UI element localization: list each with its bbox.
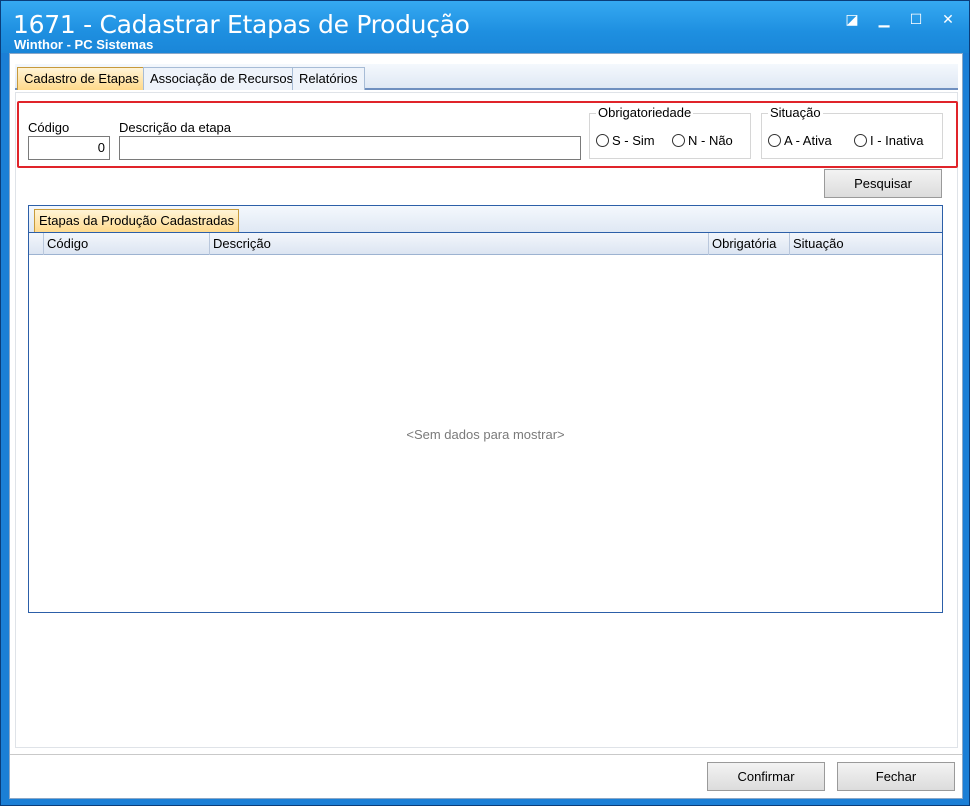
column-header-codigo[interactable]: Código	[43, 233, 209, 255]
radio-circle-icon	[768, 134, 781, 147]
radio-label: I - Inativa	[870, 133, 924, 148]
radio-status-active[interactable]: A - Ativa	[768, 133, 832, 148]
column-header-situacao[interactable]: Situação	[789, 233, 942, 255]
app-window: 1671 - Cadastrar Etapas de Produção Wint…	[0, 0, 970, 806]
code-field[interactable]: 0	[28, 136, 110, 160]
empty-grid-message: <Sem dados para mostrar>	[406, 427, 565, 442]
radio-circle-icon	[672, 134, 685, 147]
radio-mandatory-yes[interactable]: S - Sim	[596, 133, 655, 148]
column-header-descricao[interactable]: Descrição	[209, 233, 708, 255]
mandatory-group-title: Obrigatoriedade	[596, 105, 694, 120]
close-icon[interactable]: ✕	[939, 11, 957, 29]
grid-body[interactable]: Código Descrição Obrigatória Situação <S…	[28, 232, 943, 613]
grid-tabstrip: Etapas da Produção Cadastradas	[28, 205, 943, 233]
radio-label: A - Ativa	[784, 133, 832, 148]
radio-label: N - Não	[688, 133, 733, 148]
stages-grid: Etapas da Produção Cadastradas Código De…	[28, 205, 943, 613]
minimize-icon[interactable]: ▁	[875, 11, 893, 29]
confirm-button[interactable]: Confirmar	[707, 762, 825, 791]
radio-status-inactive[interactable]: I - Inativa	[854, 133, 923, 148]
window-controls: ◪ ▁ ☐ ✕	[843, 11, 957, 29]
restore-icon[interactable]: ◪	[843, 11, 861, 29]
radio-mandatory-no[interactable]: N - Não	[672, 133, 733, 148]
window-subtitle: Winthor - PC Sistemas	[14, 37, 154, 52]
radio-circle-icon	[854, 134, 867, 147]
footer-bar: Confirmar Fechar	[10, 754, 962, 798]
tab-etapas-cadastradas[interactable]: Etapas da Produção Cadastradas	[34, 209, 240, 233]
status-group: Situação A - Ativa I - Inativa	[761, 105, 943, 159]
description-field[interactable]	[119, 136, 581, 160]
description-label: Descrição da etapa	[119, 120, 232, 135]
tab-content: Código 0 Descrição da etapa Obrigatoried…	[15, 92, 958, 748]
tab-cadastro-etapas[interactable]: Cadastro de Etapas	[17, 67, 146, 90]
main-tabstrip: Cadastro de Etapas Associação de Recurso…	[15, 64, 958, 90]
status-group-title: Situação	[768, 105, 823, 120]
filter-panel: Código 0 Descrição da etapa Obrigatoried…	[17, 101, 958, 168]
tab-relatorios[interactable]: Relatórios	[292, 67, 365, 90]
search-button[interactable]: Pesquisar	[824, 169, 942, 198]
radio-label: S - Sim	[612, 133, 655, 148]
client-area: Cadastro de Etapas Associação de Recurso…	[9, 53, 963, 799]
column-header-obrigatoria[interactable]: Obrigatória	[708, 233, 789, 255]
code-label: Código	[28, 120, 70, 135]
radio-circle-icon	[596, 134, 609, 147]
close-button[interactable]: Fechar	[837, 762, 955, 791]
title-bar[interactable]: 1671 - Cadastrar Etapas de Produção Wint…	[1, 1, 969, 53]
tab-associacao-recursos[interactable]: Associação de Recursos	[143, 67, 301, 90]
grid-header: Código Descrição Obrigatória Situação	[29, 233, 942, 255]
maximize-icon[interactable]: ☐	[907, 11, 925, 29]
mandatory-group: Obrigatoriedade S - Sim N - Não	[589, 105, 751, 159]
window-title: 1671 - Cadastrar Etapas de Produção	[13, 10, 470, 39]
